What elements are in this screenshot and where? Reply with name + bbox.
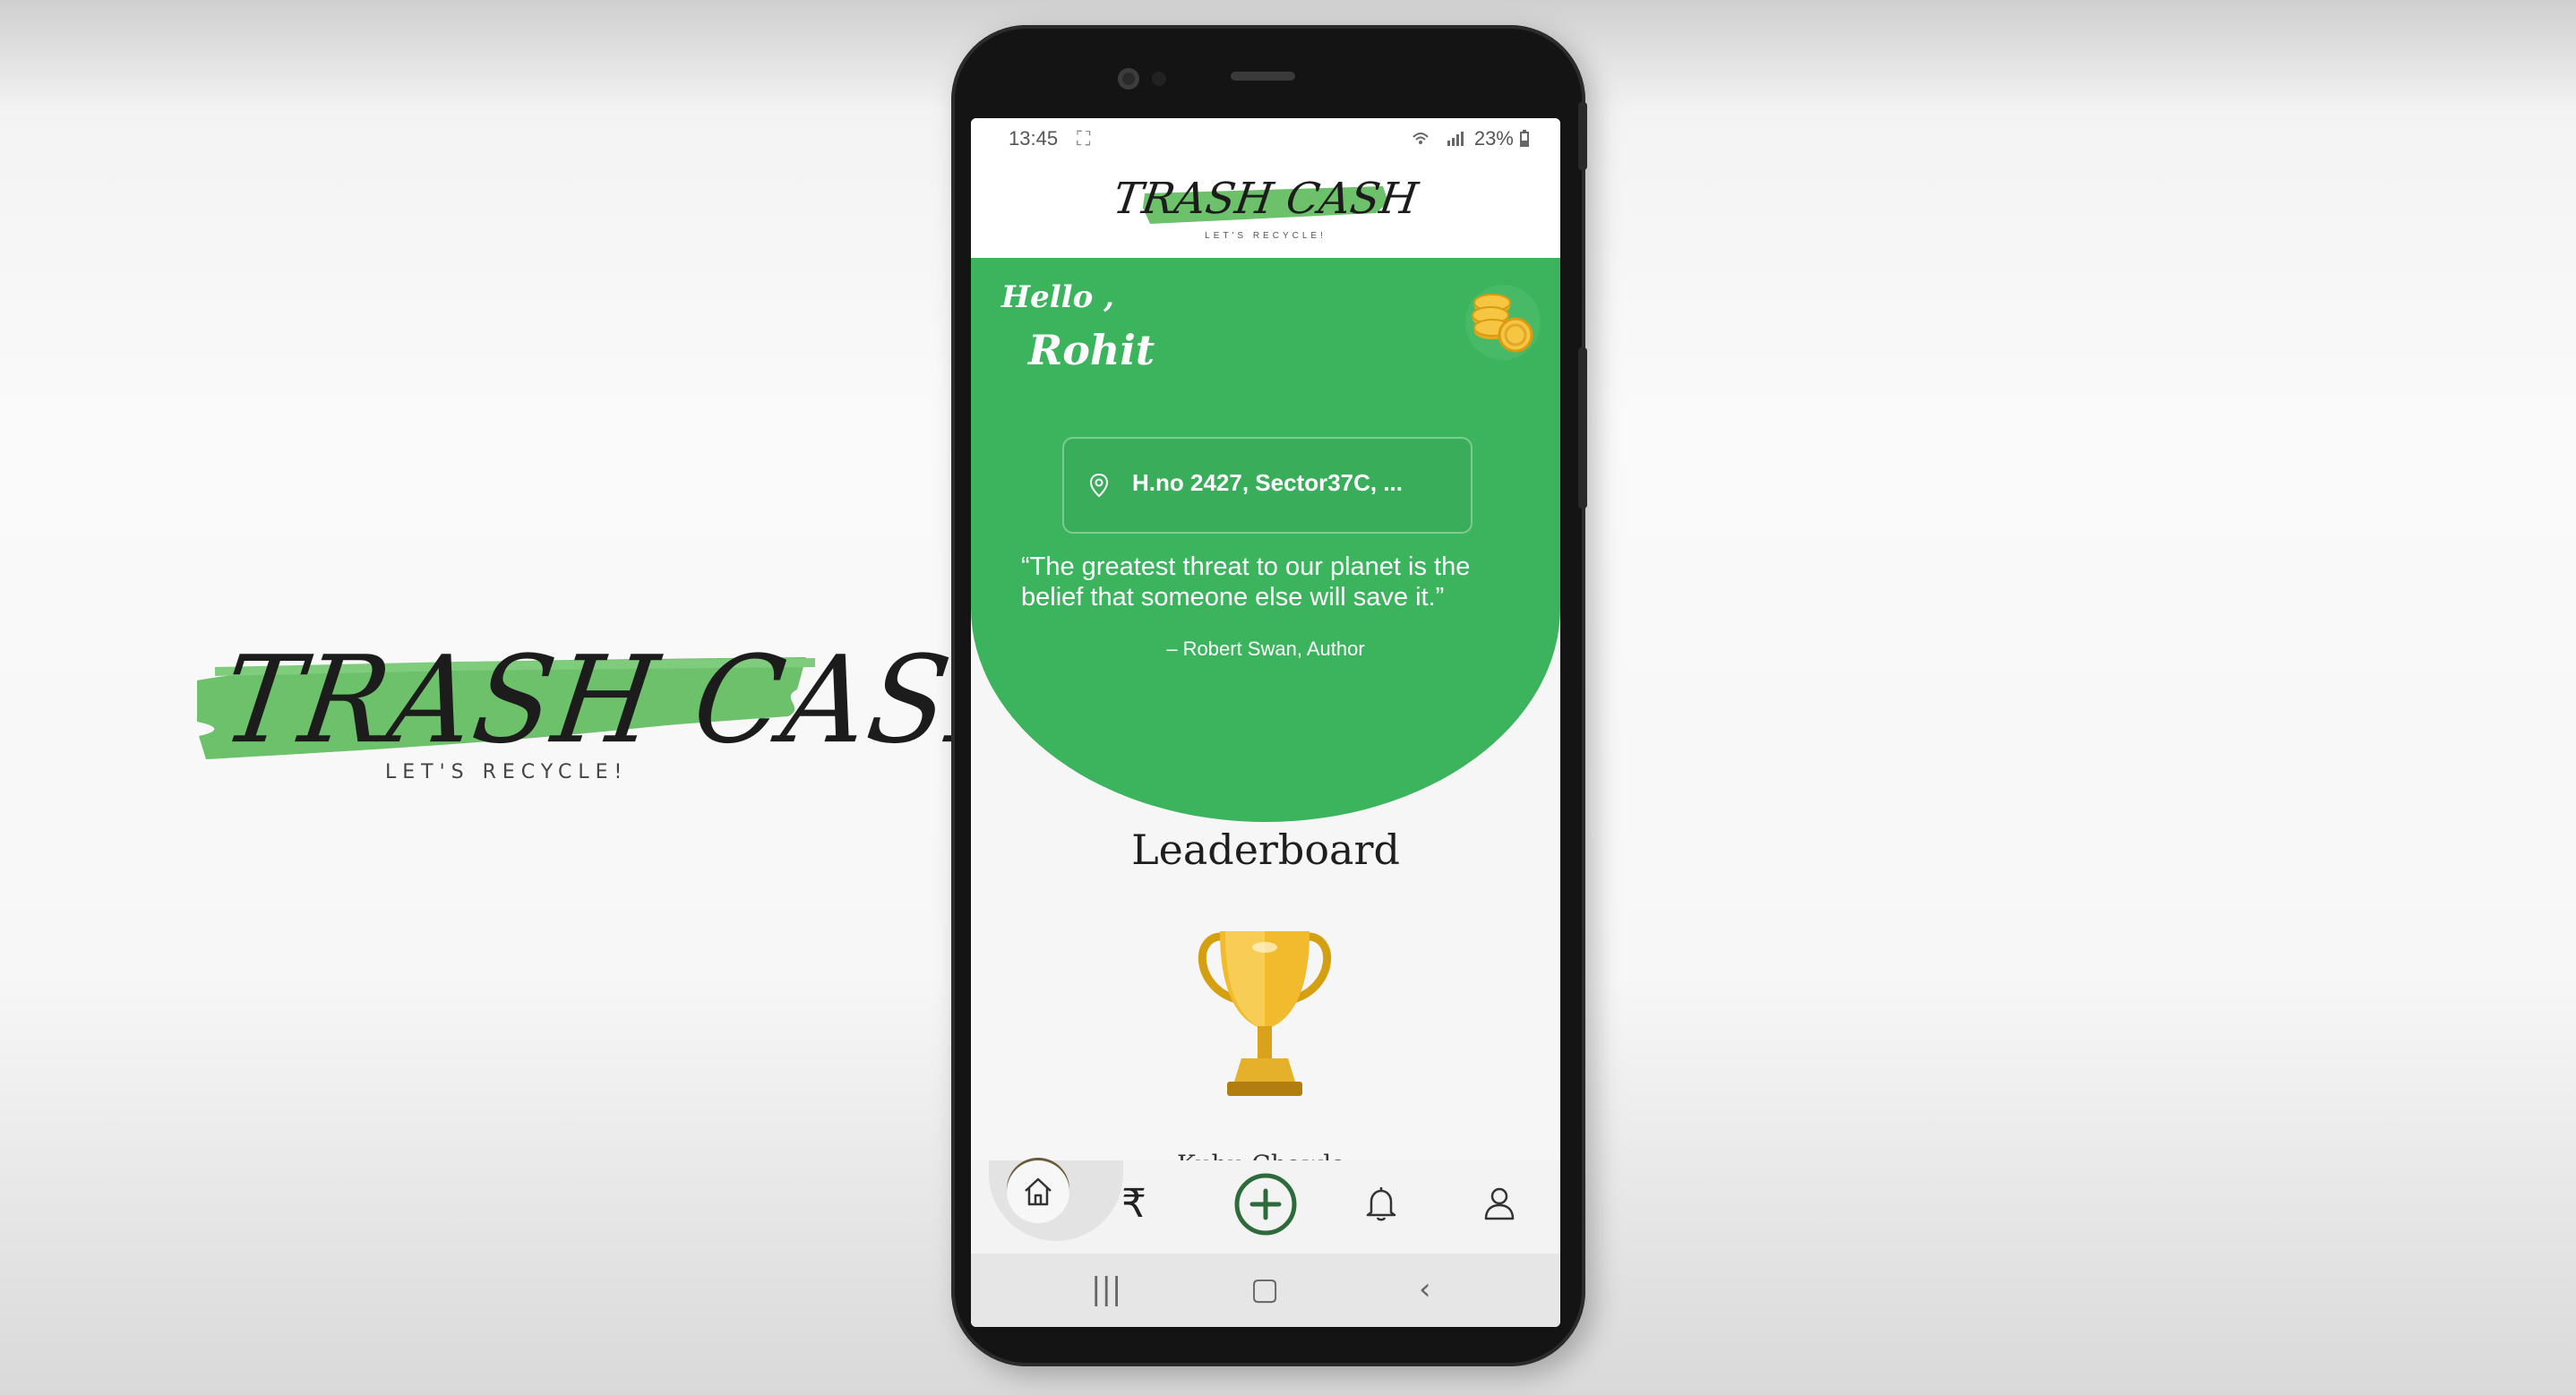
front-camera	[1118, 68, 1139, 90]
nav-home-button[interactable]	[1007, 1160, 1069, 1223]
nav-earnings-button[interactable]: ₹	[1107, 1177, 1161, 1230]
trash-cash-logo-large: TRASH CASH LET'S RECYCLE!	[170, 600, 1061, 815]
header-brand-name: TRASH CASH	[1110, 174, 1421, 224]
status-time: 13:45	[1009, 127, 1059, 150]
phone-frame: 13:45 ⛶ 23% TRASH CASH LET'S RECYCLE! He…	[951, 25, 1587, 1366]
nav-notifications-button[interactable]	[1354, 1177, 1408, 1230]
brand-name: TRASH CASH	[214, 630, 1061, 771]
app-screen: 13:45 ⛶ 23% TRASH CASH LET'S RECYCLE! He…	[971, 118, 1560, 1327]
nav-profile-button[interactable]	[1473, 1177, 1526, 1230]
screen-record-icon: ⛶	[1077, 127, 1091, 150]
bell-icon	[1366, 1187, 1396, 1221]
rupee-icon: ₹	[1121, 1180, 1146, 1227]
bottom-navigation: ₹	[971, 1160, 1560, 1254]
phone-side-button	[1578, 102, 1587, 170]
battery-percent: 23%	[1473, 127, 1514, 150]
home-icon	[1025, 1177, 1052, 1206]
quote-text: “The greatest threat to our planet is th…	[1021, 552, 1471, 612]
add-icon	[1234, 1173, 1297, 1236]
battery-icon	[1520, 130, 1529, 147]
back-button[interactable]: ‹	[1419, 1271, 1431, 1307]
status-bar: 13:45 ⛶ 23%	[971, 118, 1560, 159]
brand-tagline: LET'S RECYCLE!	[385, 761, 629, 783]
coins-icon	[1472, 294, 1533, 353]
earpiece-speaker	[1231, 72, 1295, 81]
location-pin-icon	[1089, 473, 1109, 498]
trophy-icon	[1198, 931, 1332, 1096]
address-text: H.no 2427, Sector37C, ...	[1132, 469, 1404, 496]
phone-volume-button	[1578, 347, 1587, 509]
sensor	[1152, 72, 1166, 86]
coins-button[interactable]	[1465, 285, 1541, 360]
system-home-button[interactable]: ▢	[1250, 1271, 1279, 1307]
header-brand-tagline: LET'S RECYCLE!	[1205, 231, 1327, 241]
greeting-hello: Hello ,	[1001, 279, 1114, 315]
user-icon	[1484, 1187, 1515, 1220]
leaderboard-title: Leaderboard	[1131, 826, 1400, 874]
status-icons: 23%	[1412, 127, 1530, 150]
app-header: TRASH CASH LET'S RECYCLE!	[971, 159, 1560, 258]
system-navigation-bar: ||| ▢ ‹	[971, 1254, 1560, 1327]
quote-author: – Robert Swan, Author	[1166, 638, 1365, 660]
nav-add-button[interactable]	[1232, 1171, 1299, 1237]
signal-wifi-icon	[1412, 132, 1464, 146]
user-name: Rohit	[1028, 326, 1155, 374]
address-selector[interactable]: H.no 2427, Sector37C, ...	[1062, 437, 1473, 534]
recents-button[interactable]: |||	[1091, 1271, 1121, 1307]
